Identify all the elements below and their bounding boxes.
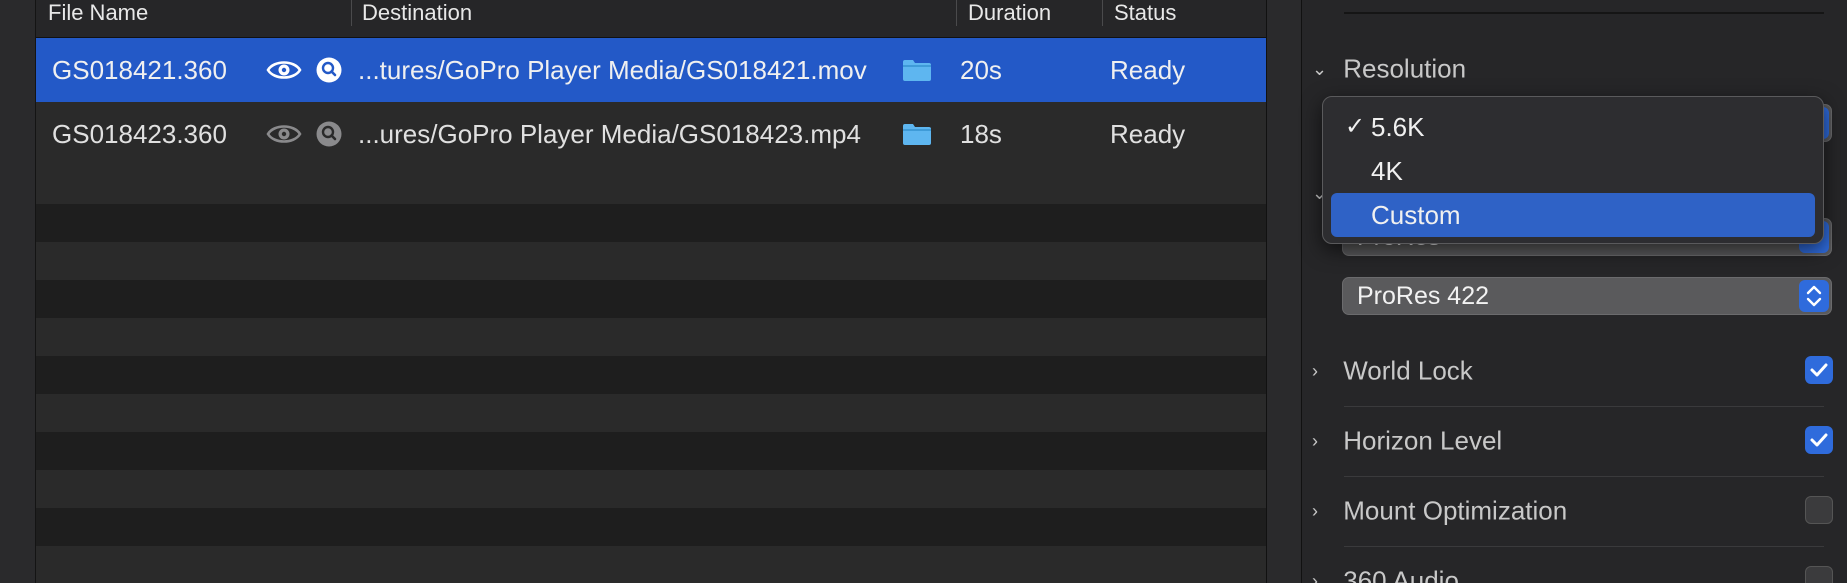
column-separator[interactable] bbox=[956, 0, 957, 26]
window-edge bbox=[0, 0, 36, 583]
horizon-level-label: Horizon Level bbox=[1343, 425, 1503, 456]
export-settings-panel: ⌄ Resolution ⌄ ProRes ProRes 422 › World… bbox=[1302, 0, 1847, 583]
chevron-right-icon: › bbox=[1312, 500, 1318, 521]
destination-cell: ...ures/GoPro Player Media/GS018423.mp4 bbox=[358, 119, 861, 149]
chevron-right-icon: › bbox=[1312, 570, 1318, 583]
menu-item-label: Custom bbox=[1371, 200, 1461, 230]
status-cell: Ready bbox=[1110, 119, 1186, 149]
audio-360-label: 360 Audio bbox=[1343, 565, 1459, 583]
mount-optimization-checkbox[interactable] bbox=[1805, 496, 1833, 524]
preview-eye-icon[interactable] bbox=[266, 57, 302, 83]
split-view-divider[interactable] bbox=[1266, 0, 1302, 583]
checkmark-icon: ✓ bbox=[1345, 113, 1366, 140]
chevron-right-icon: › bbox=[1312, 430, 1318, 451]
separator bbox=[1344, 476, 1824, 477]
resolution-dropdown-menu: ✓ 5.6K 4K Custom bbox=[1322, 96, 1824, 244]
column-header-status[interactable]: Status bbox=[1114, 0, 1176, 26]
codec-profile-value: ProRes 422 bbox=[1357, 282, 1490, 310]
file-name-cell: GS018421.360 bbox=[52, 55, 227, 85]
world-lock-label: World Lock bbox=[1343, 355, 1473, 386]
chevron-down-icon: ⌄ bbox=[1312, 58, 1328, 79]
separator bbox=[1344, 546, 1824, 547]
chevron-right-icon: › bbox=[1312, 360, 1318, 381]
mount-optimization-row[interactable]: › Mount Optimization bbox=[1312, 494, 1567, 527]
folder-icon[interactable] bbox=[902, 122, 932, 146]
destination-cell: ...tures/GoPro Player Media/GS018421.mov bbox=[358, 55, 867, 85]
resolution-section-header[interactable]: ⌄ Resolution bbox=[1312, 52, 1466, 85]
folder-icon[interactable] bbox=[902, 58, 932, 82]
table-header: File Name Destination Duration Status bbox=[36, 0, 1266, 38]
column-header-file-name[interactable]: File Name bbox=[48, 0, 148, 26]
resolution-label: Resolution bbox=[1343, 53, 1467, 84]
reveal-magnifier-icon[interactable] bbox=[316, 57, 342, 83]
menu-item-5-6k[interactable]: ✓ 5.6K bbox=[1331, 105, 1815, 149]
column-header-duration[interactable]: Duration bbox=[968, 0, 1051, 26]
horizon-level-checkbox[interactable] bbox=[1805, 426, 1833, 454]
column-header-destination[interactable]: Destination bbox=[362, 0, 472, 26]
preview-eye-icon[interactable] bbox=[266, 121, 302, 147]
export-file-table: File Name Destination Duration Status GS… bbox=[36, 0, 1266, 583]
file-name-cell: GS018423.360 bbox=[52, 119, 227, 149]
menu-item-4k[interactable]: 4K bbox=[1331, 149, 1815, 193]
select-arrows-icon bbox=[1799, 280, 1829, 312]
reveal-magnifier-icon[interactable] bbox=[316, 121, 342, 147]
audio-360-checkbox[interactable] bbox=[1805, 566, 1833, 583]
table-row[interactable]: GS018423.360 ...ures/GoPro Player Media/… bbox=[36, 102, 1266, 166]
status-cell: Ready bbox=[1110, 55, 1186, 85]
column-separator[interactable] bbox=[1102, 0, 1103, 26]
horizon-level-row[interactable]: › Horizon Level bbox=[1312, 424, 1502, 457]
menu-item-label: 5.6K bbox=[1371, 112, 1425, 142]
separator bbox=[1344, 406, 1824, 407]
table-row[interactable]: GS018421.360 ...tures/GoPro Player Media… bbox=[36, 38, 1266, 102]
codec-profile-select[interactable]: ProRes 422 bbox=[1342, 277, 1832, 315]
menu-item-label: 4K bbox=[1371, 156, 1403, 186]
duration-cell: 18s bbox=[960, 119, 1002, 149]
separator bbox=[1344, 12, 1824, 14]
column-separator[interactable] bbox=[351, 0, 352, 26]
menu-item-custom[interactable]: Custom bbox=[1331, 193, 1815, 237]
empty-row-stripes bbox=[36, 166, 1266, 583]
world-lock-checkbox[interactable] bbox=[1805, 356, 1833, 384]
mount-optimization-label: Mount Optimization bbox=[1343, 495, 1568, 526]
audio-360-row[interactable]: › 360 Audio bbox=[1312, 564, 1459, 583]
world-lock-row[interactable]: › World Lock bbox=[1312, 354, 1473, 387]
duration-cell: 20s bbox=[960, 55, 1002, 85]
